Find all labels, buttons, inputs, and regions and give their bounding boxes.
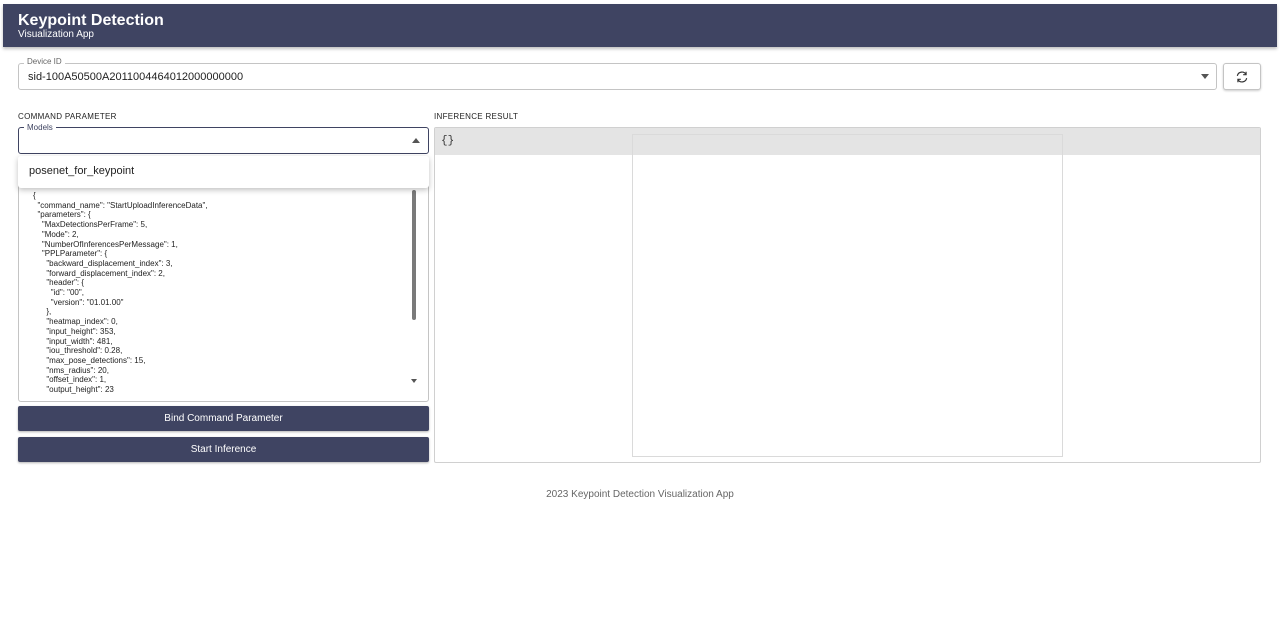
models-dropdown-menu: posenet_for_keypoint — [18, 156, 429, 188]
device-id-label: Device ID — [24, 57, 65, 66]
chevron-down-icon[interactable] — [1201, 74, 1209, 79]
json-scrollbar[interactable] — [412, 190, 416, 320]
command-parameter-heading: COMMAND PARAMETER — [18, 112, 117, 121]
models-label: Models — [24, 123, 56, 132]
app-title: Keypoint Detection — [18, 12, 164, 29]
command-json-editor[interactable]: { "command_name": "StartUploadInferenceD… — [18, 158, 429, 402]
refresh-button[interactable] — [1223, 63, 1261, 90]
scroll-down-icon[interactable] — [411, 379, 417, 383]
inference-image-canvas — [632, 134, 1063, 457]
chevron-up-icon[interactable] — [412, 138, 420, 143]
models-select[interactable] — [18, 127, 429, 154]
refresh-icon — [1236, 71, 1248, 82]
model-option-posenet[interactable]: posenet_for_keypoint — [29, 165, 134, 177]
device-id-value: sid-100A50500A2011004464012000000000 — [28, 71, 244, 83]
json-braces-icon: {} — [441, 135, 455, 147]
bind-command-parameter-button[interactable]: Bind Command Parameter — [18, 406, 429, 431]
app-subtitle: Visualization App — [18, 29, 94, 40]
footer-text: 2023 Keypoint Detection Visualization Ap… — [546, 489, 734, 500]
start-inference-button[interactable]: Start Inference — [18, 437, 429, 462]
app-header: Keypoint Detection Visualization App — [3, 4, 1277, 47]
command-json-text: { "command_name": "StartUploadInferenceD… — [33, 191, 208, 395]
inference-result-heading: INFERENCE RESULT — [434, 112, 519, 121]
